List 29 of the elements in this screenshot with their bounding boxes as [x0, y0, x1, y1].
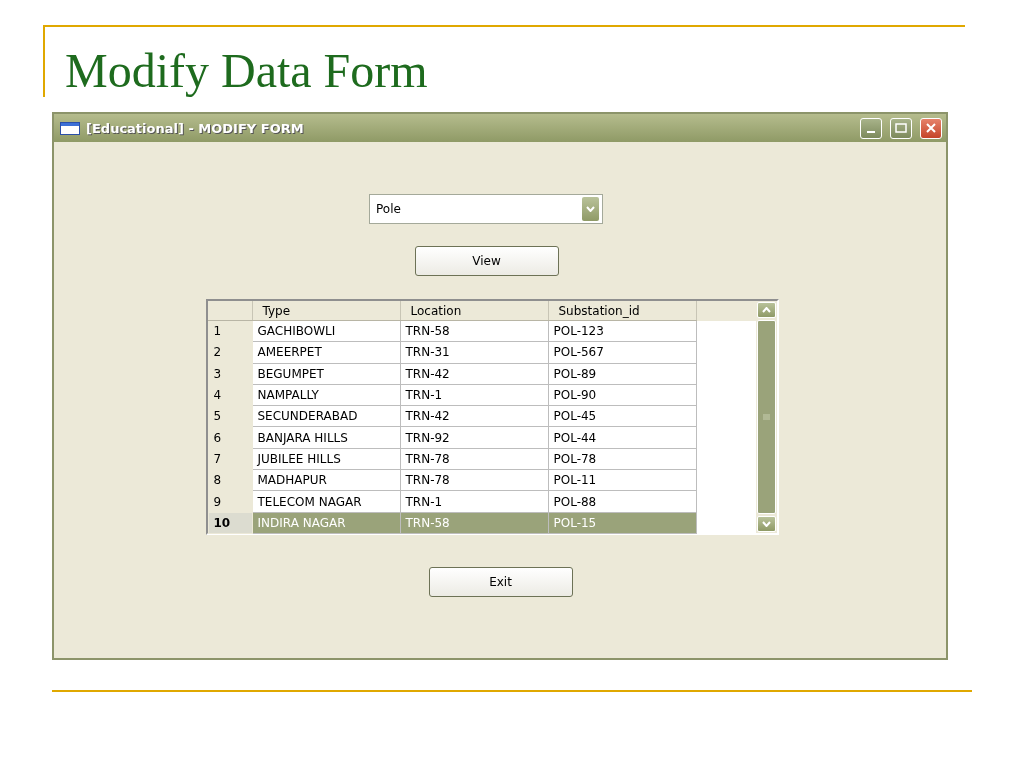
row-number[interactable]: 4: [208, 384, 252, 406]
close-icon: [925, 122, 937, 134]
view-button[interactable]: View: [414, 246, 559, 276]
scroll-up-icon[interactable]: [756, 302, 776, 318]
slide-title: Modify Data Form: [43, 27, 428, 97]
row-number[interactable]: 5: [208, 405, 252, 427]
type-dropdown[interactable]: Pole: [369, 194, 603, 224]
window-title: [Educational] - MODIFY FORM: [86, 120, 305, 136]
maximize-button[interactable]: [890, 117, 912, 139]
close-button[interactable]: [920, 117, 942, 139]
row-number[interactable]: 1: [208, 320, 252, 342]
column-header[interactable]: Location: [400, 301, 548, 321]
row-number[interactable]: 8: [208, 469, 252, 491]
column-header[interactable]: Substation_id: [548, 301, 696, 321]
row-number[interactable]: 6: [208, 427, 252, 449]
column-header[interactable]: Type: [252, 301, 400, 321]
row-number[interactable]: 2: [208, 341, 252, 364]
exit-button[interactable]: Exit: [428, 567, 573, 597]
scroll-thumb[interactable]: [756, 320, 776, 514]
row-number[interactable]: 10: [208, 512, 252, 534]
maximize-icon: [895, 123, 907, 133]
row-number[interactable]: 7: [208, 448, 252, 470]
row-number[interactable]: 3: [208, 363, 252, 385]
minimize-button[interactable]: [860, 117, 882, 139]
window-icon: [60, 121, 80, 135]
scroll-down-icon[interactable]: [756, 516, 776, 532]
scrollbar[interactable]: [755, 301, 777, 533]
row-number[interactable]: 9: [208, 490, 252, 513]
minimize-icon: [867, 131, 875, 133]
